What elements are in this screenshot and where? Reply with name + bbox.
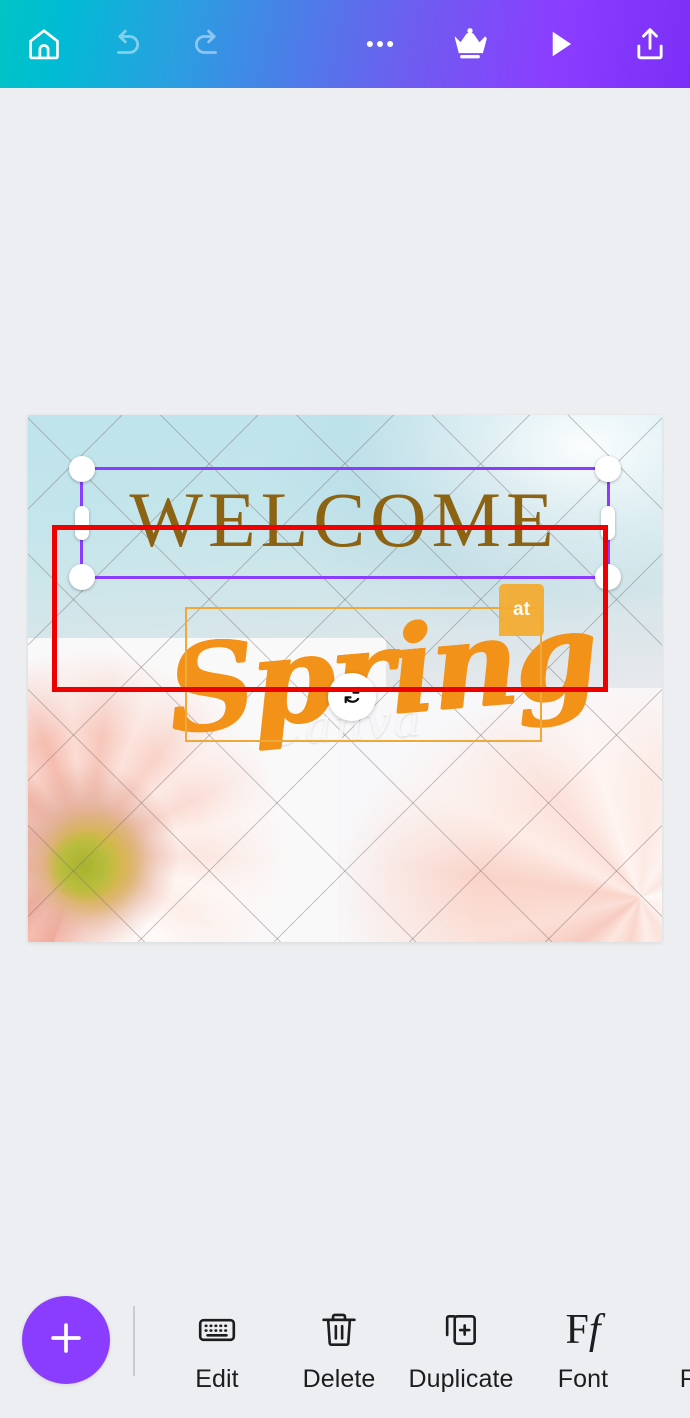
trash-icon [318, 1309, 360, 1351]
rotate-handle[interactable] [328, 673, 376, 721]
tool-label: Edit [195, 1364, 239, 1393]
editor-workspace[interactable]: WELCOME Canva Spring at [0, 88, 690, 1278]
add-element-button[interactable] [22, 1296, 110, 1384]
tool-label: Duplicate [408, 1364, 514, 1393]
redo-icon[interactable] [186, 22, 230, 66]
more-horizontal-icon[interactable] [358, 22, 402, 66]
plus-icon [45, 1317, 87, 1364]
duplicate-icon [440, 1309, 482, 1351]
toolbar-divider [133, 1306, 135, 1376]
tool-label: Font [557, 1364, 609, 1393]
top-toolbar-left-group [0, 22, 230, 66]
bottom-toolbar: Edit Delete Duplicate Ff Font F [0, 1278, 690, 1418]
tool-label: Delete [302, 1364, 376, 1393]
keyboard-icon [196, 1309, 238, 1351]
font-ff-icon: Ff [565, 1306, 601, 1353]
top-toolbar [0, 0, 690, 88]
design-script-text[interactable]: Spring [163, 584, 600, 762]
tool-duplicate[interactable]: Duplicate [400, 1303, 522, 1394]
design-canvas[interactable]: WELCOME Canva Spring at [28, 415, 662, 942]
top-toolbar-right-group [358, 22, 672, 66]
canva-editor-screen: WELCOME Canva Spring at Edit Delete Dupl… [0, 0, 690, 1418]
crown-icon[interactable] [448, 22, 492, 66]
undo-icon[interactable] [104, 22, 148, 66]
rotate-icon [339, 682, 365, 713]
tool-label: Font [679, 1364, 690, 1393]
tool-font[interactable]: Ff Font [522, 1303, 644, 1394]
tool-edit[interactable]: Edit [156, 1303, 278, 1394]
design-headline-text[interactable]: WELCOME [84, 481, 604, 559]
tool-delete[interactable]: Delete [278, 1303, 400, 1394]
tool-font-size[interactable]: A Font [644, 1303, 690, 1394]
element-tools-scroller[interactable]: Edit Delete Duplicate Ff Font F [156, 1278, 690, 1418]
share-upload-icon[interactable] [628, 22, 672, 66]
home-icon[interactable] [22, 22, 66, 66]
play-icon[interactable] [538, 22, 582, 66]
